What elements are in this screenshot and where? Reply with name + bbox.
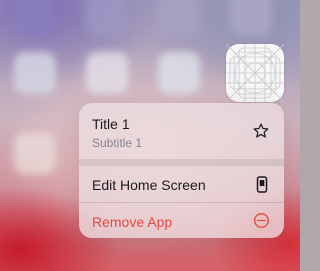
blurred-app-icon: [14, 52, 56, 94]
blurred-app-icon: [158, 52, 200, 94]
blurred-app-icon: [86, 52, 128, 94]
remove-app-item[interactable]: Remove App: [79, 203, 284, 238]
blurred-app-icon: [14, 132, 56, 174]
remove-app-label: Remove App: [92, 214, 173, 230]
blurred-app-icon: [86, 0, 128, 36]
app-placeholder-grid-icon: [226, 44, 284, 102]
edit-home-screen-item[interactable]: Edit Home Screen: [79, 166, 284, 202]
blurred-app-icon: [158, 0, 200, 36]
menu-subtitle: Subtitle 1: [92, 136, 143, 150]
star-icon: [253, 123, 269, 138]
menu-title: Title 1: [92, 116, 130, 132]
blurred-app-icon: [230, 0, 272, 36]
minus-circle-icon: [254, 213, 269, 228]
edit-home-screen-label: Edit Home Screen: [92, 177, 206, 193]
menu-header[interactable]: Title 1 Subtitle 1: [79, 103, 284, 159]
phone-icon: [256, 176, 268, 193]
section-divider: [79, 159, 284, 166]
context-menu: Title 1 Subtitle 1 Edit Home Screen Remo…: [79, 103, 284, 238]
app-icon[interactable]: [226, 44, 284, 102]
blurred-app-icon: [14, 0, 56, 36]
